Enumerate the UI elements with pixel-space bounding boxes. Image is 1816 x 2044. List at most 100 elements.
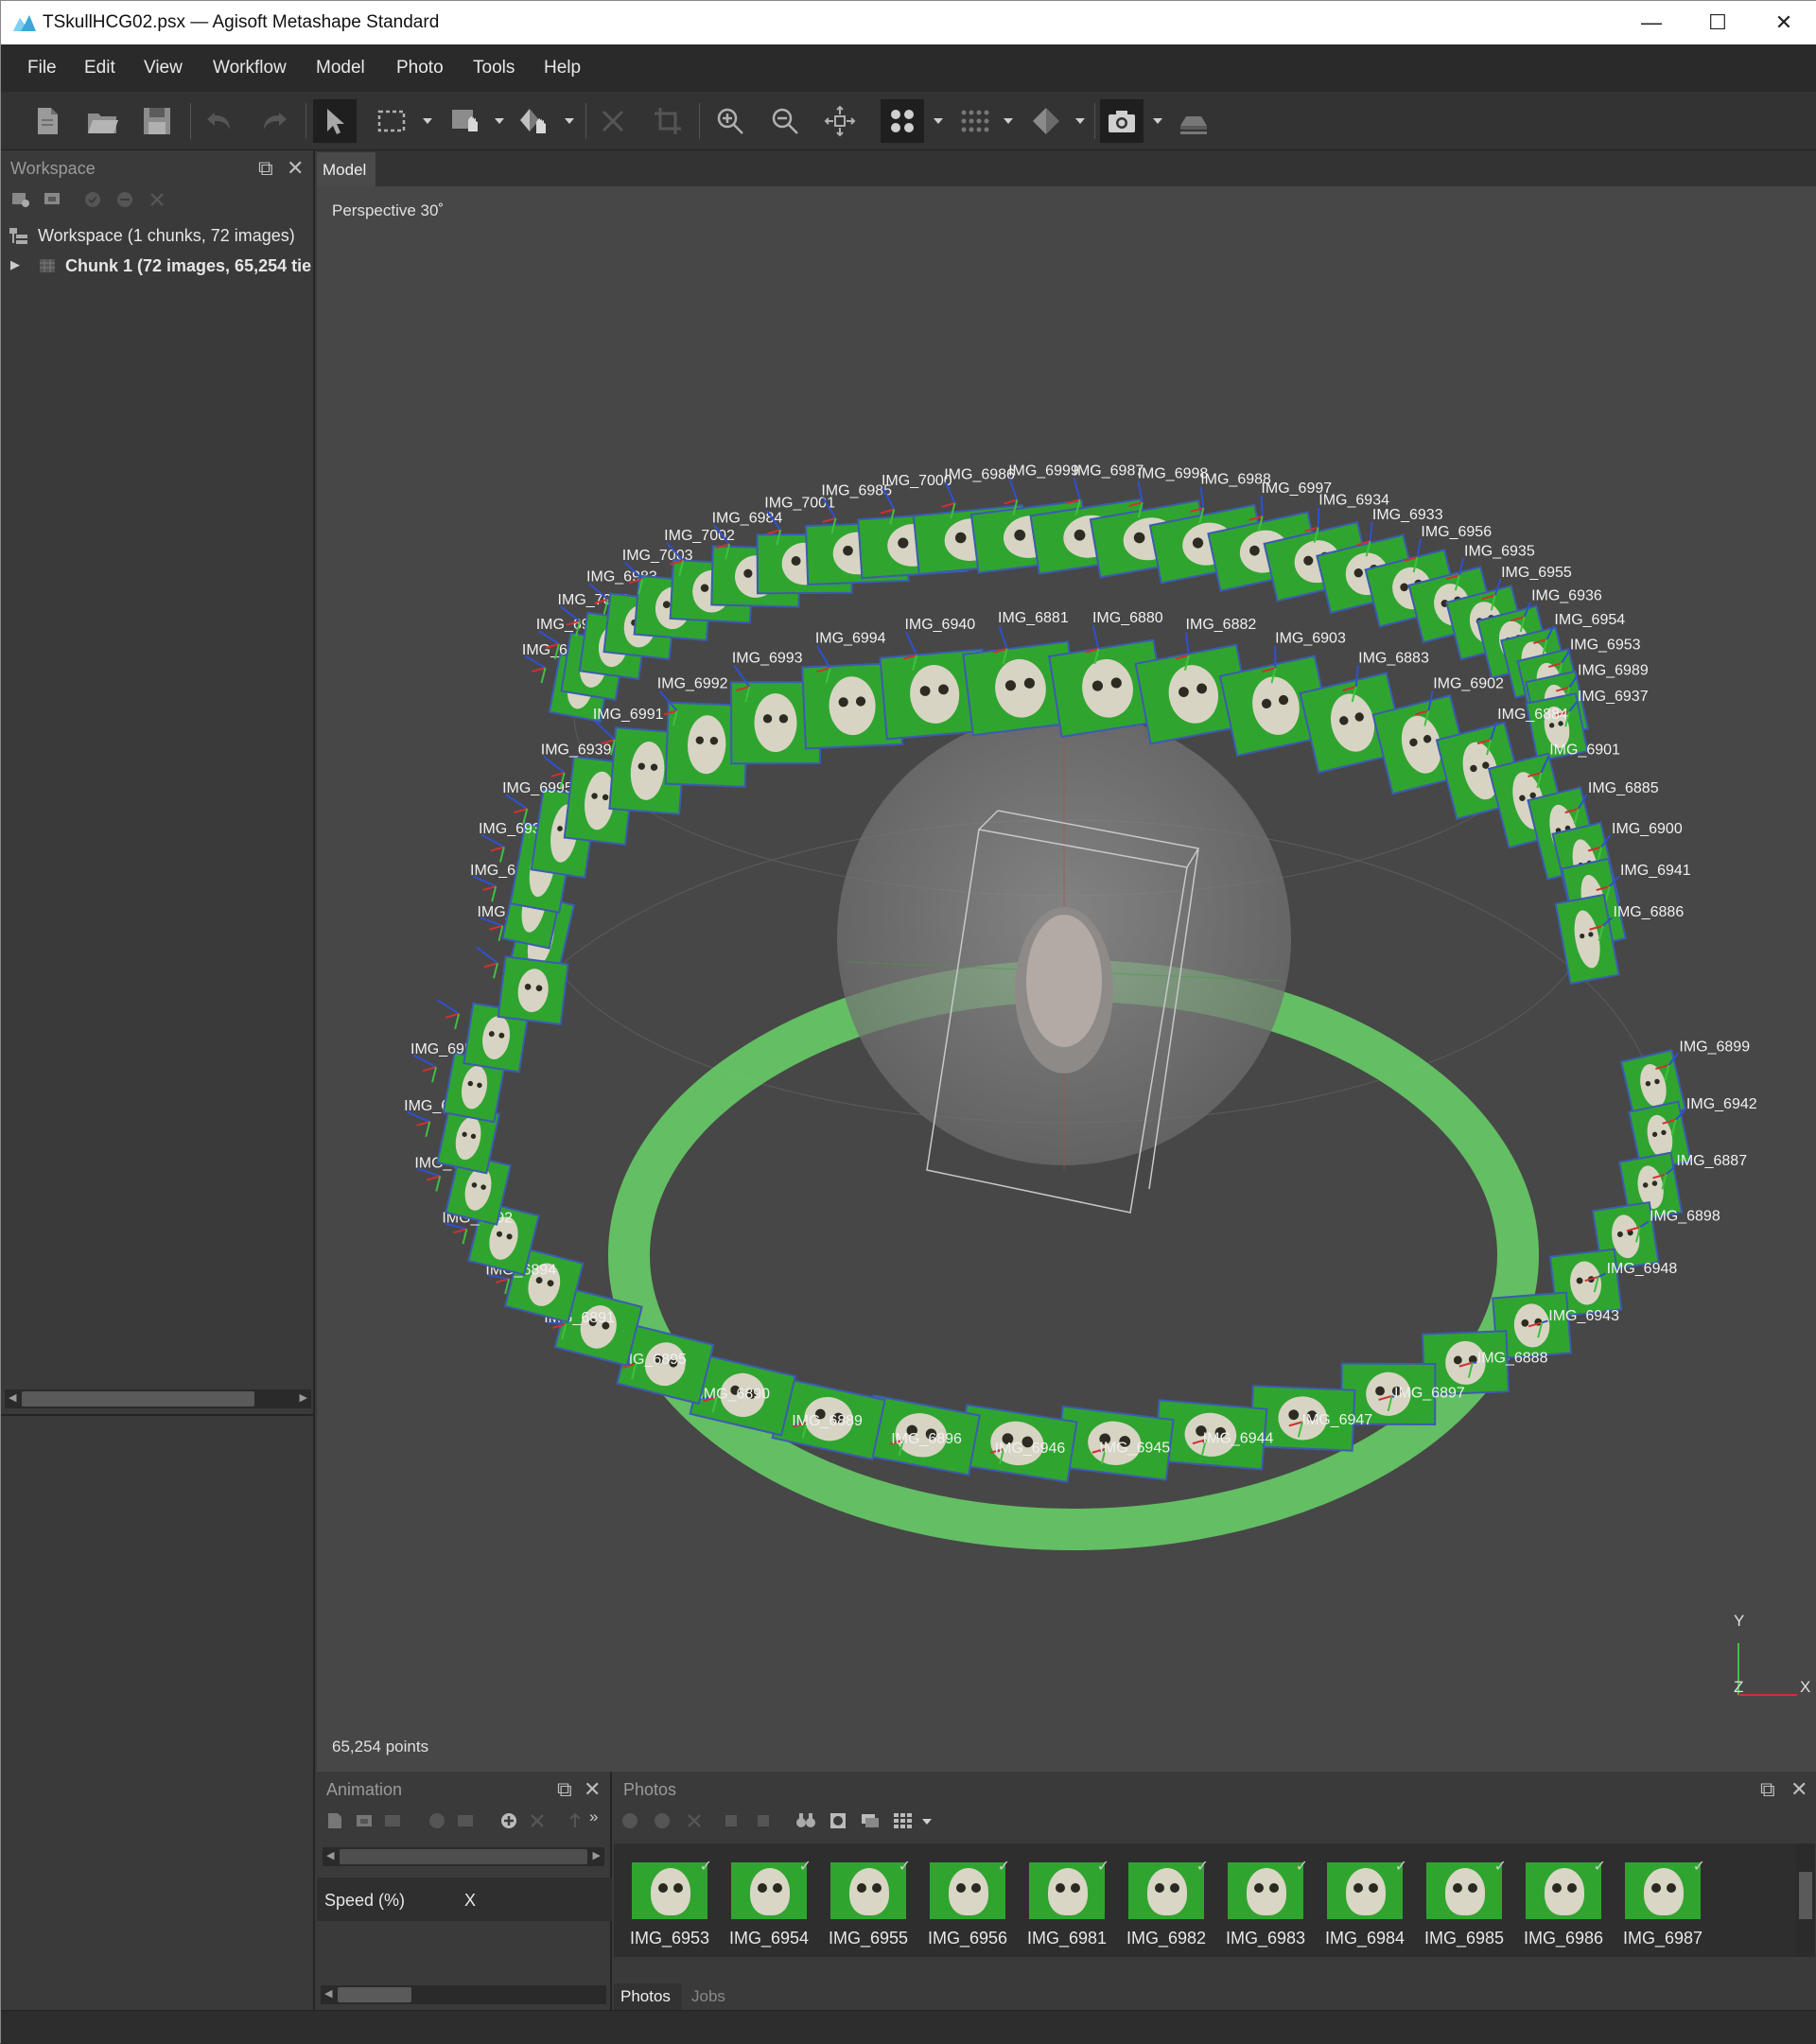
navigation-tool-button[interactable] [313, 99, 357, 143]
chevron-down-icon[interactable] [920, 1817, 934, 1826]
rotate-right-icon[interactable] [754, 1811, 775, 1830]
reset-view-icon[interactable] [860, 1811, 881, 1830]
minimize-button[interactable]: — [1618, 1, 1685, 44]
chevron-down-icon[interactable] [563, 116, 576, 126]
scene-canvas[interactable]: IMG_6982IMG_6981IMG_7004IMG_6983IMG_7003… [317, 186, 1816, 1772]
new-track-icon[interactable] [324, 1811, 345, 1830]
record-icon[interactable] [455, 1811, 476, 1830]
chevron-down-icon[interactable] [1002, 116, 1015, 126]
overflow-chevron-icon[interactable]: » [589, 1808, 598, 1826]
zoom-out-button[interactable] [763, 99, 807, 143]
close-pane-icon[interactable]: ✕ [287, 156, 304, 181]
scrollbar-thumb[interactable] [22, 1391, 254, 1406]
disable-icon[interactable] [114, 190, 135, 209]
tab-photos[interactable]: Photos [614, 1983, 682, 2010]
menu-photo[interactable]: Photo [396, 58, 444, 79]
remove-item-icon[interactable] [147, 190, 167, 209]
remove-photo-icon[interactable] [684, 1811, 705, 1830]
chevron-down-icon[interactable] [493, 116, 506, 126]
workspace-root-row[interactable]: Workspace (1 chunks, 72 images) [1, 222, 313, 251]
chevron-down-icon[interactable] [932, 116, 945, 126]
add-photos-icon[interactable] [43, 190, 63, 209]
chunk-row[interactable]: ▶ Chunk 1 (72 images, 65,254 tie p [1, 253, 313, 281]
menu-tools[interactable]: Tools [473, 58, 515, 79]
chevron-down-icon[interactable] [421, 116, 434, 126]
camera-frustum[interactable] [498, 956, 568, 1024]
dense-cloud-button[interactable] [952, 99, 996, 143]
scroll-left-icon[interactable]: ◀ [324, 1987, 332, 2000]
add-keyframe-icon[interactable] [498, 1811, 519, 1830]
photos-vscrollbar[interactable] [1796, 1843, 1815, 1957]
photo-thumbnail[interactable]: ✓IMG_6983 [1223, 1862, 1308, 1948]
photo-thumbnail[interactable]: ✓IMG_6956 [925, 1862, 1010, 1948]
photo-thumbnail[interactable]: ✓IMG_6985 [1422, 1862, 1507, 1948]
disable-icon[interactable] [652, 1811, 672, 1830]
enable-icon[interactable] [620, 1811, 640, 1830]
scroll-left-icon[interactable]: ◀ [9, 1391, 16, 1404]
model-viewport[interactable]: IMG_6982IMG_6981IMG_7004IMG_6983IMG_7003… [317, 186, 1816, 1772]
timeline-slider[interactable]: ◀ ▶ [323, 1847, 604, 1866]
add-chunk-icon[interactable] [10, 190, 31, 209]
float-pane-icon[interactable]: ⧉ [258, 156, 273, 181]
binoculars-icon[interactable] [795, 1811, 816, 1830]
crop-selection-button[interactable] [646, 99, 690, 143]
scrollbar-thumb[interactable] [338, 1987, 411, 2002]
photo-thumbnail[interactable]: ✓IMG_6984 [1322, 1862, 1407, 1948]
scroll-right-icon[interactable]: ▶ [593, 1849, 601, 1861]
photo-thumbnail[interactable]: ✓IMG_6986 [1521, 1862, 1606, 1948]
mask-icon[interactable] [828, 1811, 848, 1830]
move-region-button[interactable] [444, 99, 487, 143]
reset-view-button[interactable] [818, 99, 862, 143]
delete-selection-button[interactable] [591, 99, 635, 143]
photo-thumbnail[interactable]: ✓IMG_6982 [1124, 1862, 1209, 1948]
float-pane-icon[interactable]: ⧉ [557, 1777, 572, 1802]
close-pane-icon[interactable]: ✕ [584, 1777, 601, 1802]
view-grid-icon[interactable] [892, 1811, 913, 1830]
zoom-in-button[interactable] [708, 99, 752, 143]
photo-thumbnail[interactable]: ✓IMG_6987 [1620, 1862, 1705, 1948]
photo-thumbnail[interactable]: ✓IMG_6954 [726, 1862, 812, 1948]
tab-model[interactable]: Model [317, 152, 375, 186]
rotate-left-icon[interactable] [722, 1811, 742, 1830]
redo-button[interactable] [253, 99, 296, 143]
photo-thumbnail[interactable]: ✓IMG_6981 [1024, 1862, 1109, 1948]
menu-help[interactable]: Help [544, 58, 581, 79]
open-track-icon[interactable] [355, 1811, 375, 1830]
close-button[interactable]: ✕ [1751, 1, 1816, 44]
chevron-down-icon[interactable] [1151, 116, 1164, 126]
expand-arrow-icon[interactable]: ▶ [10, 257, 20, 272]
scroll-left-icon[interactable]: ◀ [326, 1849, 334, 1861]
photo-thumbnail[interactable]: ✓IMG_6953 [627, 1862, 712, 1948]
speed-value[interactable]: X [464, 1891, 476, 1911]
show-layers-button[interactable] [1172, 99, 1215, 143]
open-project-button[interactable] [80, 99, 124, 143]
point-cloud-button[interactable] [881, 99, 924, 143]
undo-button[interactable] [198, 99, 241, 143]
remove-keyframe-icon[interactable] [527, 1811, 548, 1830]
tab-jobs[interactable]: Jobs [691, 1983, 725, 2010]
new-project-button[interactable] [26, 99, 69, 143]
workspace-hscrollbar[interactable]: ◀ ▶ [5, 1389, 311, 1408]
scroll-right-icon[interactable]: ▶ [300, 1391, 307, 1404]
photo-thumbnail[interactable]: ✓IMG_6955 [826, 1862, 911, 1948]
chevron-down-icon[interactable] [1074, 116, 1087, 126]
float-pane-icon[interactable]: ⧉ [1760, 1777, 1775, 1802]
menu-view[interactable]: View [144, 58, 183, 79]
rotate-object-button[interactable] [512, 99, 555, 143]
animation-hscrollbar[interactable]: ◀ [321, 1985, 606, 2004]
scrollbar-thumb[interactable] [1799, 1872, 1812, 1919]
menu-edit[interactable]: Edit [84, 58, 115, 79]
menu-file[interactable]: File [27, 58, 57, 79]
save-project-button[interactable] [135, 99, 179, 143]
menu-model[interactable]: Model [316, 58, 365, 79]
show-cameras-button[interactable] [1100, 99, 1144, 143]
move-up-icon[interactable] [565, 1811, 585, 1830]
rectangle-selection-button[interactable] [370, 99, 413, 143]
close-pane-icon[interactable]: ✕ [1790, 1777, 1807, 1802]
enable-icon[interactable] [82, 190, 103, 209]
play-icon[interactable] [427, 1811, 447, 1830]
model-shaded-button[interactable] [1024, 99, 1068, 143]
maximize-button[interactable]: ☐ [1685, 1, 1751, 44]
timeline-thumb[interactable] [340, 1849, 587, 1864]
save-track-icon[interactable] [383, 1811, 404, 1830]
